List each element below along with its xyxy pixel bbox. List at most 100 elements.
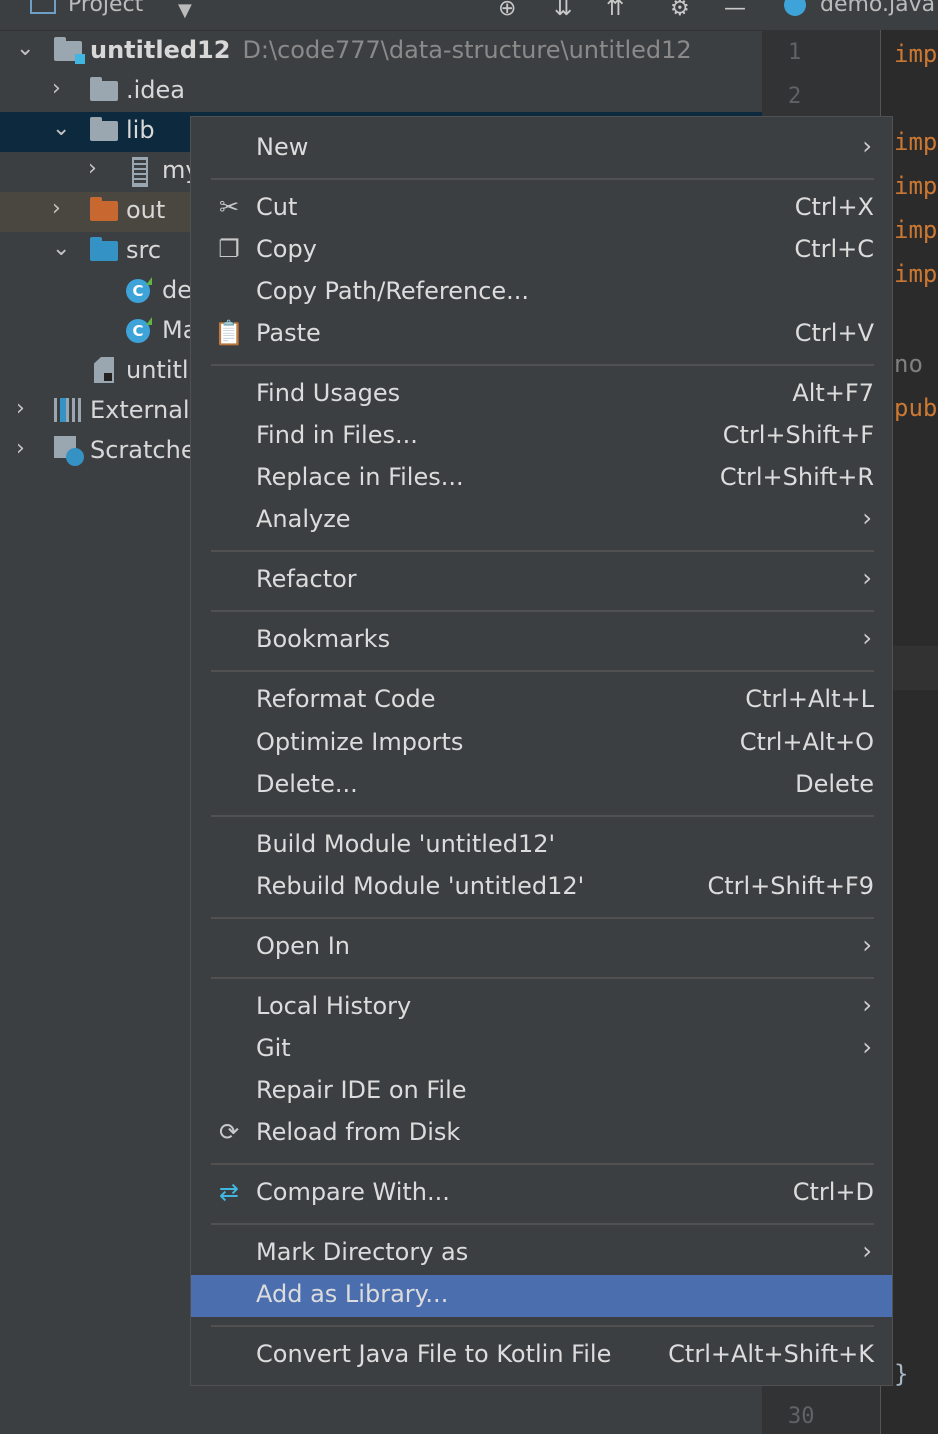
excluded-folder-icon xyxy=(90,197,118,221)
copy-icon: ❐ xyxy=(218,235,240,263)
menu-separator xyxy=(211,917,874,919)
menu-item-label: Local History xyxy=(256,992,412,1020)
menu-item-reformat-code[interactable]: Reformat Code Ctrl+Alt+L xyxy=(191,680,892,722)
menu-item-find-usages[interactable]: Find Usages Alt+F7 xyxy=(191,374,892,416)
chevron-right-icon[interactable]: › xyxy=(16,436,25,461)
line-number: 2 xyxy=(788,84,802,109)
module-name: untitled12 xyxy=(90,36,231,64)
tree-item-idea[interactable]: › .idea xyxy=(0,72,762,112)
menu-item-shortcut: Ctrl+Alt+L xyxy=(745,685,874,713)
menu-item-label: Analyze xyxy=(256,505,351,533)
code-line[interactable]: imp xyxy=(894,40,937,68)
menu-separator xyxy=(211,178,874,180)
menu-item-label: Optimize Imports xyxy=(256,728,464,756)
menu-item-paste[interactable]: 📋 Paste Ctrl+V xyxy=(191,314,892,356)
menu-item-shortcut: Ctrl+Alt+Shift+K xyxy=(668,1340,874,1368)
menu-separator xyxy=(211,977,874,979)
menu-item-label: Refactor xyxy=(256,565,357,593)
menu-item-replace-in-files[interactable]: Replace in Files... Ctrl+Shift+R xyxy=(191,458,892,500)
menu-item-shortcut: Delete xyxy=(795,770,874,798)
expand-all-icon[interactable]: ⇊ xyxy=(554,0,572,21)
menu-item-cut[interactable]: ✂ Cut Ctrl+X xyxy=(191,188,892,230)
chevron-right-icon: › xyxy=(862,931,872,959)
compare-icon: ⇄ xyxy=(218,1178,240,1206)
hide-icon[interactable]: — xyxy=(724,0,746,21)
menu-item-optimize-imports[interactable]: Optimize Imports Ctrl+Alt+O xyxy=(191,723,892,765)
menu-item-reload-from-disk[interactable]: ⟳ Reload from Disk xyxy=(191,1113,892,1155)
menu-item-label: Delete... xyxy=(256,770,358,798)
code-line[interactable]: imp xyxy=(894,172,937,200)
chevron-right-icon[interactable]: › xyxy=(52,196,61,221)
chevron-right-icon: › xyxy=(862,1033,872,1061)
menu-item-open-in[interactable]: Open In › xyxy=(191,927,892,969)
chevron-right-icon: › xyxy=(862,624,872,652)
menu-item-find-in-files[interactable]: Find in Files... Ctrl+Shift+F xyxy=(191,416,892,458)
menu-item-copy-path[interactable]: Copy Path/Reference... xyxy=(191,272,892,314)
menu-item-new[interactable]: New › xyxy=(191,128,892,170)
folder-icon xyxy=(90,117,118,141)
tree-item-label: Scratche xyxy=(90,436,196,464)
scratches-icon xyxy=(54,436,84,466)
code-line[interactable]: pub xyxy=(894,394,937,422)
tree-item-label: External xyxy=(90,396,190,424)
menu-item-label: New xyxy=(256,133,309,161)
chevron-right-icon[interactable]: › xyxy=(16,396,25,421)
chevron-down-icon[interactable]: ⌄ xyxy=(52,116,70,141)
menu-item-rebuild-module[interactable]: Rebuild Module 'untitled12' Ctrl+Shift+F… xyxy=(191,867,892,909)
iml-file-icon xyxy=(94,357,114,383)
menu-item-label: Find Usages xyxy=(256,379,401,407)
library-icon xyxy=(54,398,82,422)
menu-item-shortcut: Ctrl+C xyxy=(794,235,874,263)
menu-item-label: Replace in Files... xyxy=(256,463,464,491)
editor-tab[interactable]: demo.java xyxy=(762,0,938,30)
chevron-right-icon[interactable]: › xyxy=(52,76,61,101)
menu-item-delete[interactable]: Delete... Delete xyxy=(191,765,892,807)
menu-item-shortcut: Ctrl+Shift+F xyxy=(722,421,874,449)
menu-separator xyxy=(211,550,874,552)
menu-item-label: Open In xyxy=(256,932,351,960)
java-class-icon: C xyxy=(126,277,152,303)
chevron-down-icon[interactable]: ⌄ xyxy=(52,236,70,261)
line-number: 1 xyxy=(788,40,802,65)
folder-icon xyxy=(90,77,118,101)
menu-item-repair-ide[interactable]: Repair IDE on File xyxy=(191,1071,892,1113)
code-line[interactable]: imp xyxy=(894,128,937,156)
collapse-all-icon[interactable]: ⇈ xyxy=(606,0,624,21)
tree-item-label: lib xyxy=(126,116,155,144)
menu-item-label: Cut xyxy=(256,193,298,221)
menu-item-local-history[interactable]: Local History › xyxy=(191,987,892,1029)
gear-icon[interactable]: ⚙ xyxy=(670,0,690,21)
menu-item-compare-with[interactable]: ⇄ Compare With... Ctrl+D xyxy=(191,1173,892,1215)
code-line[interactable]: imp xyxy=(894,216,937,244)
menu-item-mark-directory[interactable]: Mark Directory as › xyxy=(191,1233,892,1275)
menu-separator xyxy=(211,1325,874,1327)
menu-item-build-module[interactable]: Build Module 'untitled12' xyxy=(191,825,892,867)
chevron-right-icon[interactable]: › xyxy=(88,156,97,181)
menu-item-shortcut: Alt+F7 xyxy=(792,379,874,407)
reload-icon: ⟳ xyxy=(218,1118,240,1146)
code-line[interactable]: } xyxy=(894,1360,908,1388)
chevron-right-icon: › xyxy=(862,504,872,532)
tree-item-root[interactable]: ⌄ untitled12 D:\code777\data-structure\un… xyxy=(0,32,762,72)
menu-item-shortcut: Ctrl+Shift+R xyxy=(719,463,874,491)
chevron-right-icon: › xyxy=(862,991,872,1019)
code-hint: no u xyxy=(894,350,938,378)
menu-item-label: Rebuild Module 'untitled12' xyxy=(256,872,585,900)
menu-item-bookmarks[interactable]: Bookmarks › xyxy=(191,620,892,662)
menu-item-git[interactable]: Git › xyxy=(191,1029,892,1071)
menu-separator xyxy=(211,815,874,817)
chevron-down-icon[interactable]: ▼ xyxy=(178,0,192,21)
menu-item-analyze[interactable]: Analyze › xyxy=(191,500,892,542)
menu-item-copy[interactable]: ❐ Copy Ctrl+C xyxy=(191,230,892,272)
menu-item-add-as-library[interactable]: Add as Library... xyxy=(191,1275,892,1317)
menu-item-convert-to-kotlin[interactable]: Convert Java File to Kotlin File Ctrl+Al… xyxy=(191,1335,892,1377)
code-line[interactable]: imp xyxy=(894,260,937,288)
project-title[interactable]: Project xyxy=(68,0,143,17)
menu-item-label: Paste xyxy=(256,319,321,347)
chevron-down-icon[interactable]: ⌄ xyxy=(16,36,34,61)
menu-item-shortcut: Ctrl+Shift+F9 xyxy=(707,872,874,900)
locate-icon[interactable]: ⊕ xyxy=(498,0,516,21)
menu-item-refactor[interactable]: Refactor › xyxy=(191,560,892,602)
menu-item-label: Mark Directory as xyxy=(256,1238,469,1266)
menu-item-label: Reload from Disk xyxy=(256,1118,461,1146)
